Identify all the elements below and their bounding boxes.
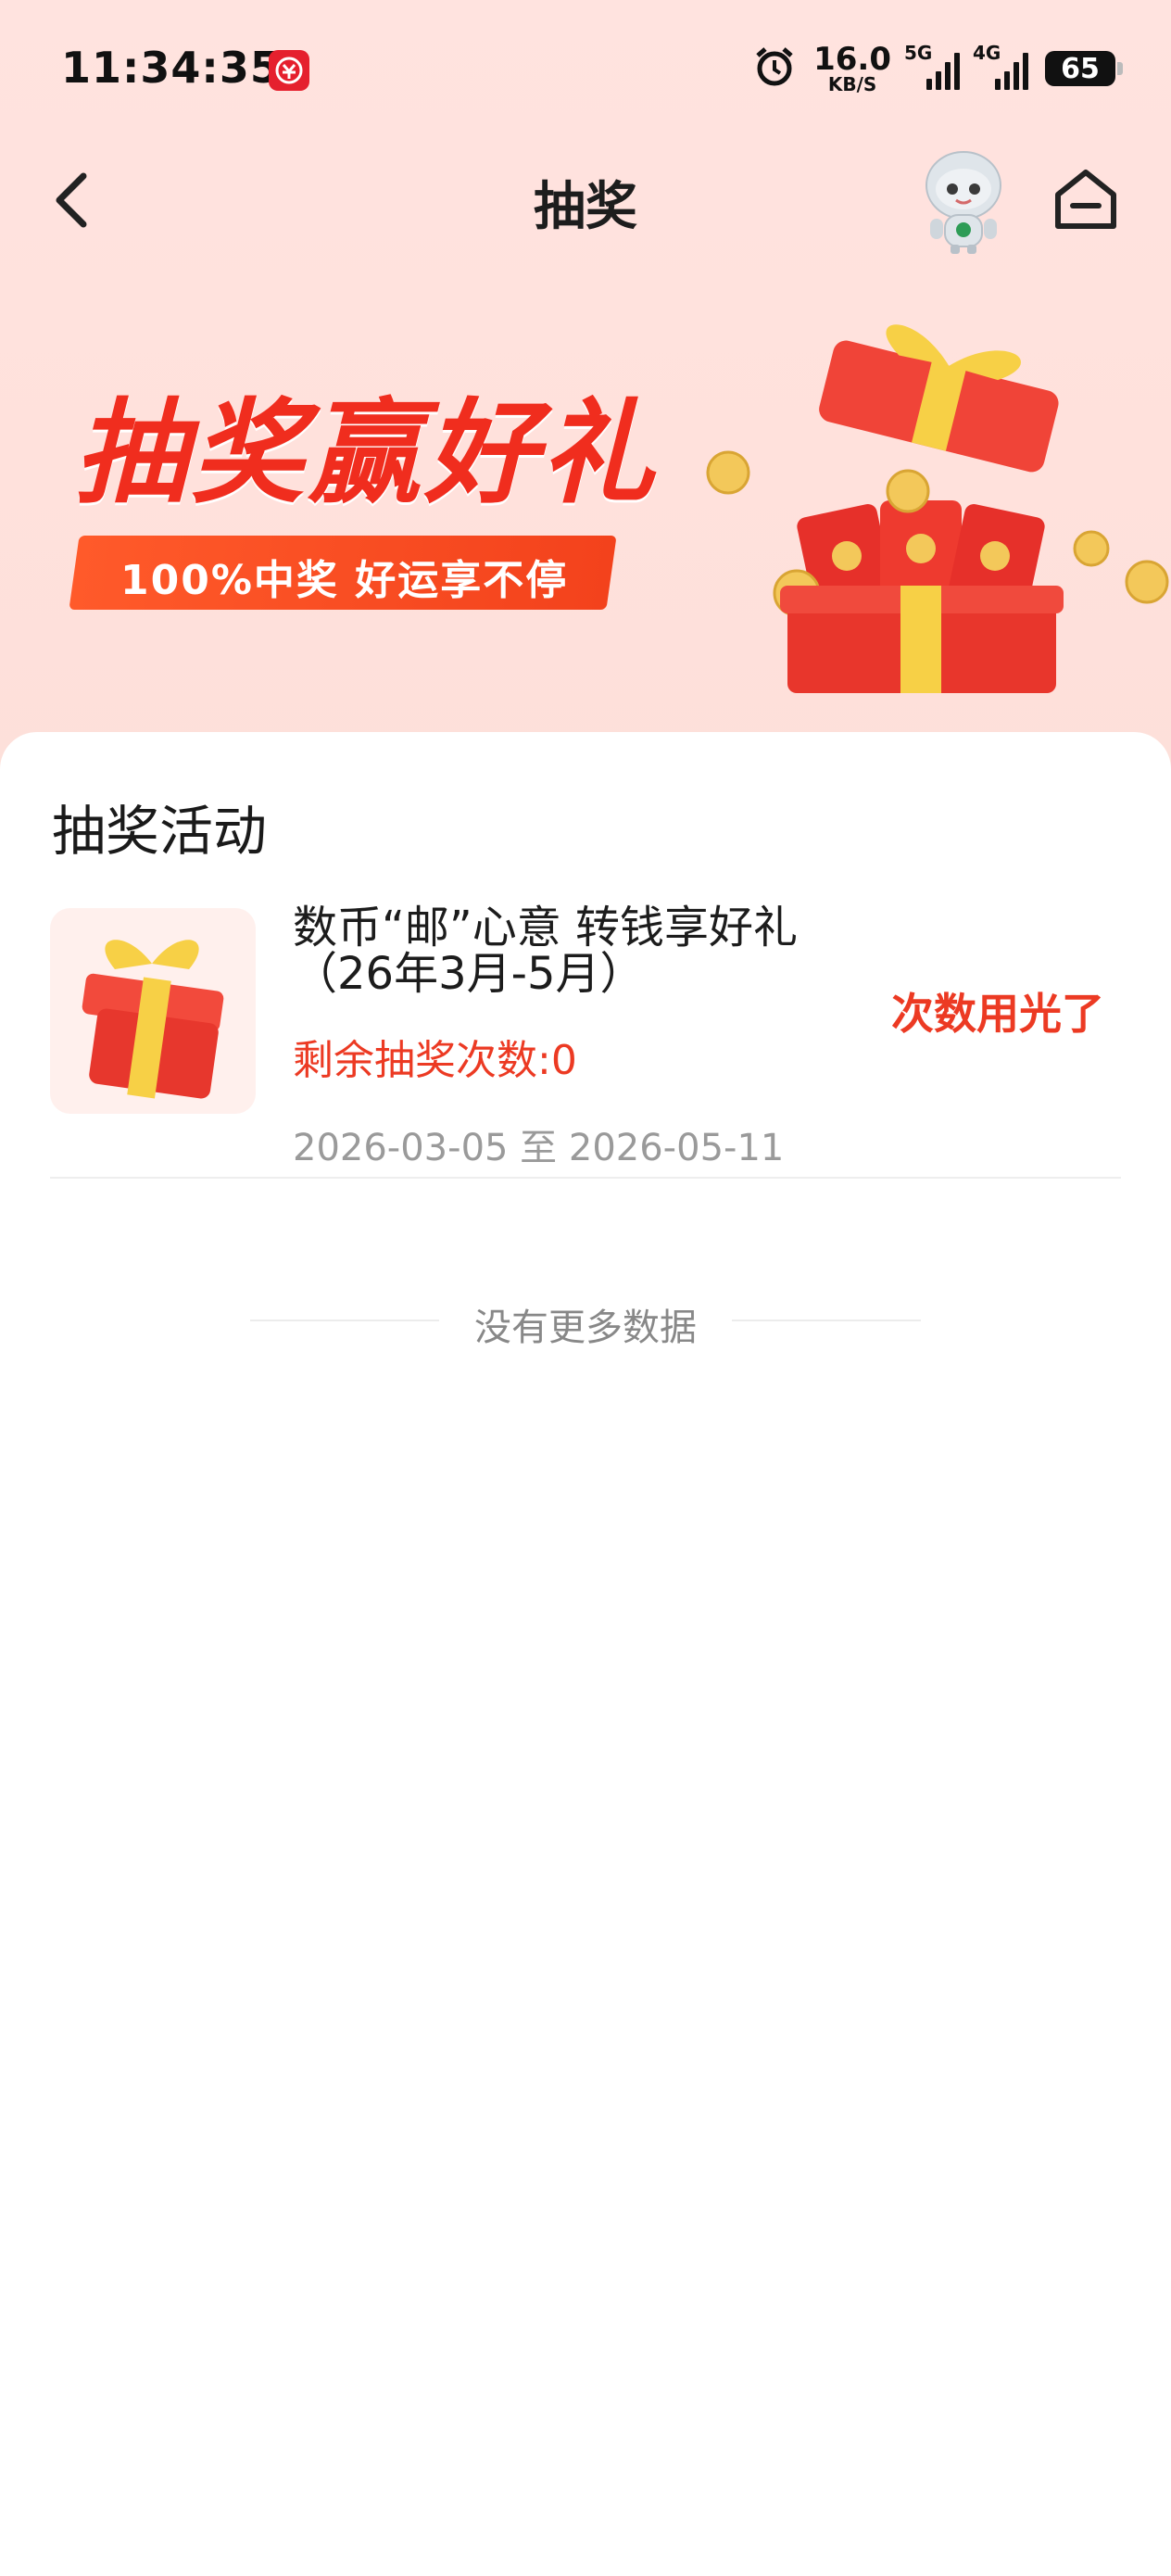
status-indicators: 16.0 KB/S 5G 4G 65 [752, 41, 1123, 96]
activity-status: 次数用光了 [891, 989, 1104, 1039]
nav-bar: 抽奖 [0, 139, 1171, 259]
digital-rmb-app-icon [269, 50, 309, 91]
status-bar: 11:34:35 16.0 KB/S 5G 4G 65 [0, 0, 1171, 139]
net-speed-value: 16.0 [813, 41, 891, 78]
banner-subtitle: 100%中奖 好运享不停 [120, 557, 569, 604]
signal-5g-icon: 5G [904, 42, 960, 90]
network-speed: 16.0 KB/S [813, 44, 891, 94]
activity-thumbnail [50, 908, 256, 1114]
divider-right [732, 1320, 921, 1321]
signal-5g-label: 5G [904, 42, 933, 64]
status-time: 11:34:35 [61, 43, 281, 93]
signal-4g-label: 4G [973, 42, 1001, 64]
battery-level: 65 [1061, 52, 1100, 85]
home-icon[interactable] [1049, 161, 1123, 235]
remaining-draws: 剩余抽奖次数:0 [293, 1037, 577, 1084]
no-more-data-text: 没有更多数据 [474, 1307, 697, 1349]
activity-name-line1: 数币“邮”心意 转钱享好礼 [293, 902, 798, 953]
lottery-banner: 抽奖赢好礼 100%中奖 好运享不停 [0, 278, 1171, 741]
section-title: 抽奖活动 [52, 800, 268, 863]
activity-date-range: 2026-03-05 至 2026-05-11 [293, 1127, 785, 1169]
battery-icon: 65 [1045, 51, 1123, 86]
assistant-robot-icon[interactable] [906, 143, 1021, 258]
activity-item[interactable]: 数币“邮”心意 转钱享好礼 （26年3月-5月） 剩余抽奖次数:0 2026-0… [50, 904, 1121, 1179]
net-speed-unit: KB/S [827, 73, 877, 95]
alarm-icon [752, 44, 797, 93]
signal-4g-icon: 4G [973, 42, 1028, 90]
activity-name-line2: （26年3月-5月） [293, 948, 645, 1000]
list-end-indicator: 没有更多数据 [0, 1297, 1171, 1349]
gift-icon [82, 940, 224, 1099]
banner-title: 抽奖赢好礼 [74, 387, 658, 519]
activity-name: 数币“邮”心意 转钱享好礼 （26年3月-5月） [293, 904, 867, 997]
gift-box-illustration [695, 297, 1171, 704]
activity-card: 抽奖活动 数币“邮”心意 转钱享好礼 （26年3月-5月） 剩余抽奖次数:0 2… [0, 732, 1171, 2576]
